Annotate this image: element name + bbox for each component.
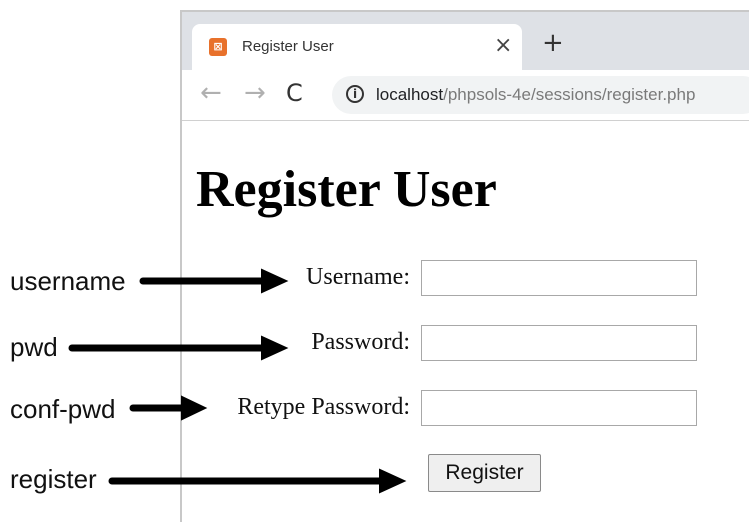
password-label: Password: bbox=[311, 329, 410, 355]
tab-title: Register User bbox=[242, 38, 334, 55]
username-field[interactable] bbox=[421, 260, 697, 296]
new-tab-icon[interactable]: + bbox=[542, 30, 564, 56]
username-label: Username: bbox=[306, 264, 410, 290]
back-arrow-icon[interactable]: ← bbox=[200, 78, 222, 108]
info-icon[interactable]: i bbox=[346, 85, 364, 103]
register-button[interactable]: Register bbox=[428, 454, 541, 492]
password-field[interactable] bbox=[421, 325, 697, 361]
annotation-conf-pwd: conf-pwd bbox=[10, 394, 116, 424]
xampp-favicon-icon: ⊠ bbox=[209, 38, 227, 56]
url-path: /phpsols-4e/sessions/register.php bbox=[443, 85, 696, 104]
retype-password-label: Retype Password: bbox=[237, 394, 410, 420]
url-host: localhost bbox=[376, 85, 444, 104]
tab-strip: ⊠ Register User × + bbox=[182, 12, 749, 70]
annotation-username: username bbox=[10, 266, 126, 296]
url-text[interactable]: localhost/phpsols-4e/sessions/register.p… bbox=[376, 85, 695, 105]
retype-password-field[interactable] bbox=[421, 390, 697, 426]
page-title: Register User bbox=[196, 161, 497, 218]
browser-toolbar: ← → C i localhost/phpsols-4e/sessions/re… bbox=[182, 70, 749, 121]
annotation-register: register bbox=[10, 464, 97, 494]
address-bar[interactable]: i localhost/phpsols-4e/sessions/register… bbox=[332, 76, 749, 114]
reload-icon[interactable]: C bbox=[286, 78, 303, 108]
annotation-pwd: pwd bbox=[10, 332, 58, 362]
browser-tab[interactable]: ⊠ Register User × bbox=[192, 24, 522, 70]
close-tab-icon[interactable]: × bbox=[494, 33, 512, 58]
forward-arrow-icon[interactable]: → bbox=[244, 78, 266, 108]
